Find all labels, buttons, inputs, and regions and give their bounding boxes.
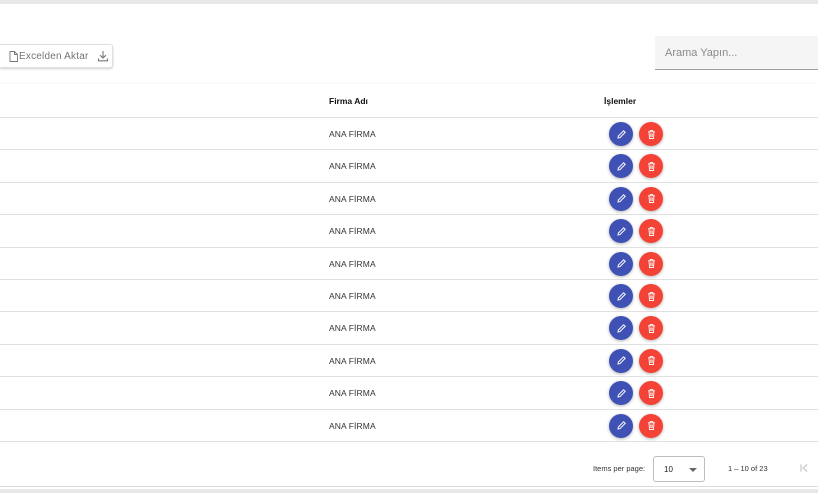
pencil-icon [616,193,627,204]
page-size-value: 10 [664,465,673,474]
edit-button[interactable] [609,186,633,211]
first-page-button[interactable] [797,461,811,475]
table-row: ANA FİRMA [0,118,818,151]
delete-button[interactable] [639,316,663,341]
pencil-icon [616,323,627,334]
trash-icon [646,291,657,302]
edit-button[interactable] [609,284,633,308]
pencil-icon [616,226,627,237]
trash-icon [646,193,657,204]
delete-button[interactable] [639,251,663,276]
trash-icon [646,161,657,172]
export-excel-label: Excelden Aktar [19,50,89,62]
table-row: ANA FİRMA [0,377,818,410]
edit-button[interactable] [609,316,633,341]
first-page-icon [800,464,808,472]
table-row: ANA FİRMA [0,183,818,216]
trash-icon [646,226,657,237]
trash-icon [646,323,657,334]
export-excel-button[interactable]: Excelden Aktar [0,44,113,68]
row-firma-name: ANA FİRMA [329,258,376,269]
delete-button[interactable] [639,154,663,179]
row-firma-name: ANA FİRMA [329,420,376,431]
edit-button[interactable] [609,413,633,438]
row-firma-name: ANA FİRMA [329,129,376,139]
pencil-icon [616,161,627,172]
data-table: Firma Adı İşlemler ANA FİRMAiANA FİRMAAN… [0,84,818,442]
column-header-islemler: İşlemler [604,96,637,106]
pencil-icon [616,291,627,302]
trash-icon [646,129,657,140]
table-header: Firma Adı İşlemler [0,84,818,118]
delete-button[interactable] [639,413,663,438]
row-firma-name: ANA FİRMA [329,193,376,204]
delete-button[interactable] [639,186,663,211]
file-icon [9,50,18,62]
items-per-page-label: Items per page: [593,464,646,473]
row-firma-name: ANA FİRMA [329,388,376,399]
edit-button[interactable] [609,381,633,406]
trash-icon [646,355,657,366]
table-row: ANA FİRMA [0,215,818,248]
delete-button[interactable] [639,284,663,308]
row-firma-name: ANA FİRMA [329,355,376,366]
row-firma-name: ANA FİRMA [329,291,376,301]
edit-button[interactable] [609,348,633,373]
content-card: Excelden Aktar Firma Adı İşlemler ANA Fİ… [0,4,818,489]
paginator: Items per page: 10 1 – 10 of 23 [0,442,818,487]
range-label: 1 – 10 of 23 [728,464,768,473]
delete-button[interactable] [639,381,663,406]
pencil-icon [616,258,627,269]
search-input[interactable] [655,36,818,69]
table-row: ANA FİRMA [0,345,818,378]
edit-button[interactable] [609,122,633,146]
row-firma-name: ANA FİRMA [329,161,376,172]
trash-icon [646,388,657,399]
delete-button[interactable] [639,122,663,146]
table-row: ANA FİRMA [0,410,818,442]
row-firma-name: ANA FİRMA [329,323,376,334]
pencil-icon [616,388,627,399]
bottom-divider [0,489,818,493]
row-firma-name: ANA FİRMA [329,226,376,237]
pencil-icon [616,355,627,366]
edit-button[interactable] [609,219,633,244]
table-row: ANA FİRMA [0,312,818,345]
edit-button[interactable] [609,154,633,179]
trash-icon [646,420,657,431]
trash-icon [646,258,657,269]
dropdown-arrow-icon [689,468,697,472]
pencil-icon [616,420,627,431]
table-row: ANA FİRMA [0,248,818,280]
search-field[interactable] [655,36,818,70]
pencil-icon [616,129,627,140]
delete-button[interactable] [639,348,663,373]
download-icon [97,50,109,62]
page: Excelden Aktar Firma Adı İşlemler ANA Fİ… [0,0,818,493]
table-row: iANA FİRMA [0,150,818,183]
column-header-firma[interactable]: Firma Adı [329,96,368,106]
table-row: ANA FİRMA [0,280,818,313]
page-size-select[interactable]: 10 [653,456,705,482]
delete-button[interactable] [639,219,663,244]
edit-button[interactable] [609,251,633,276]
